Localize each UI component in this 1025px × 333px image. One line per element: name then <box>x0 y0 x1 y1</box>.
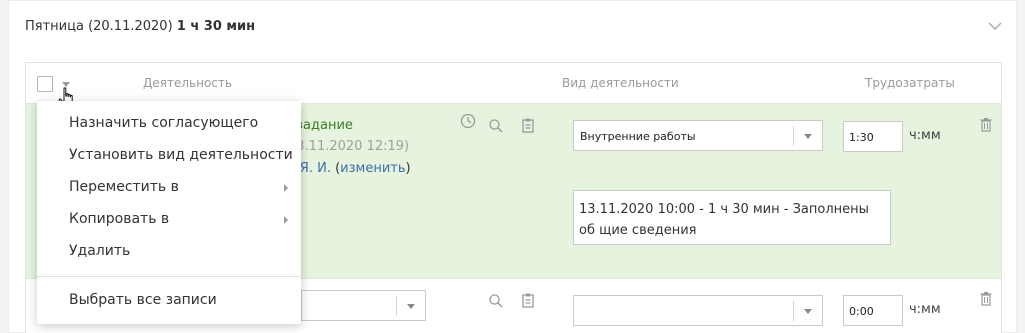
day-title-total: 1 ч 30 мин <box>176 19 256 34</box>
trash-icon[interactable] <box>978 117 994 133</box>
menu-item-set-activity-type[interactable]: Установить вид деятельности <box>69 147 293 163</box>
activity-type-select[interactable] <box>573 295 823 326</box>
dropdown-arrow-icon[interactable] <box>804 309 812 314</box>
submenu-arrow-icon <box>284 216 288 224</box>
column-header-labor: Трудозатраты <box>865 76 955 90</box>
time-input[interactable]: 0:00 <box>843 295 903 326</box>
dropdown-arrow-icon[interactable] <box>804 134 812 139</box>
change-author-link[interactable]: изменить <box>340 161 405 176</box>
context-menu: Назначить согласующего Установить вид де… <box>37 101 301 324</box>
column-header-activity: Деятельность <box>143 76 232 90</box>
activity-type-select[interactable]: Внутренние работы <box>573 120 823 151</box>
time-input[interactable]: 1:30 <box>843 121 903 152</box>
clipboard-icon[interactable] <box>520 292 536 308</box>
menu-item-copy-to[interactable]: Копировать в <box>69 211 169 227</box>
day-title: Пятница (20.11.2020) 1 ч 30 мин <box>25 19 255 34</box>
table-header: Деятельность Вид деятельности Трудозатра… <box>26 63 1001 104</box>
clipboard-icon[interactable] <box>520 117 536 133</box>
dropdown-arrow-icon[interactable] <box>407 304 415 309</box>
search-icon[interactable] <box>488 293 504 309</box>
select-all-checkbox[interactable] <box>37 76 53 92</box>
column-header-activity-type: Вид деятельности <box>562 76 679 90</box>
note-textarea[interactable]: 13.11.2020 10:00 - 1 ч 30 мин - Заполнен… <box>573 190 891 245</box>
submenu-arrow-icon <box>284 184 288 192</box>
time-unit-label: ч:мм <box>909 128 941 143</box>
task-author: в Я. И. (изменить) <box>288 161 411 176</box>
select-separator <box>396 296 397 316</box>
search-icon[interactable] <box>488 118 504 134</box>
menu-divider <box>37 276 301 277</box>
trash-icon[interactable] <box>978 291 994 307</box>
author-open-paren: ( <box>330 161 341 176</box>
author-close-paren: ) <box>405 161 411 176</box>
activity-type-value: Внутренние работы <box>580 130 696 143</box>
menu-item-move-to[interactable]: Переместить в <box>69 179 179 195</box>
activity-select[interactable] <box>301 290 426 321</box>
chevron-down-icon[interactable] <box>988 21 1002 31</box>
select-separator <box>793 301 794 321</box>
select-separator <box>793 126 794 146</box>
day-title-date: Пятница (20.11.2020) <box>25 19 173 34</box>
menu-item-delete[interactable]: Удалить <box>69 243 130 259</box>
day-header[interactable]: Пятница (20.11.2020) 1 ч 30 мин <box>9 1 1016 51</box>
clock-icon[interactable] <box>460 113 476 129</box>
time-unit-label: ч:мм <box>909 302 941 317</box>
task-date: 13.11.2020 12:19) <box>288 139 410 154</box>
menu-item-select-all[interactable]: Выбрать все записи <box>69 292 217 308</box>
menu-item-assign-approver[interactable]: Назначить согласующего <box>69 115 258 131</box>
